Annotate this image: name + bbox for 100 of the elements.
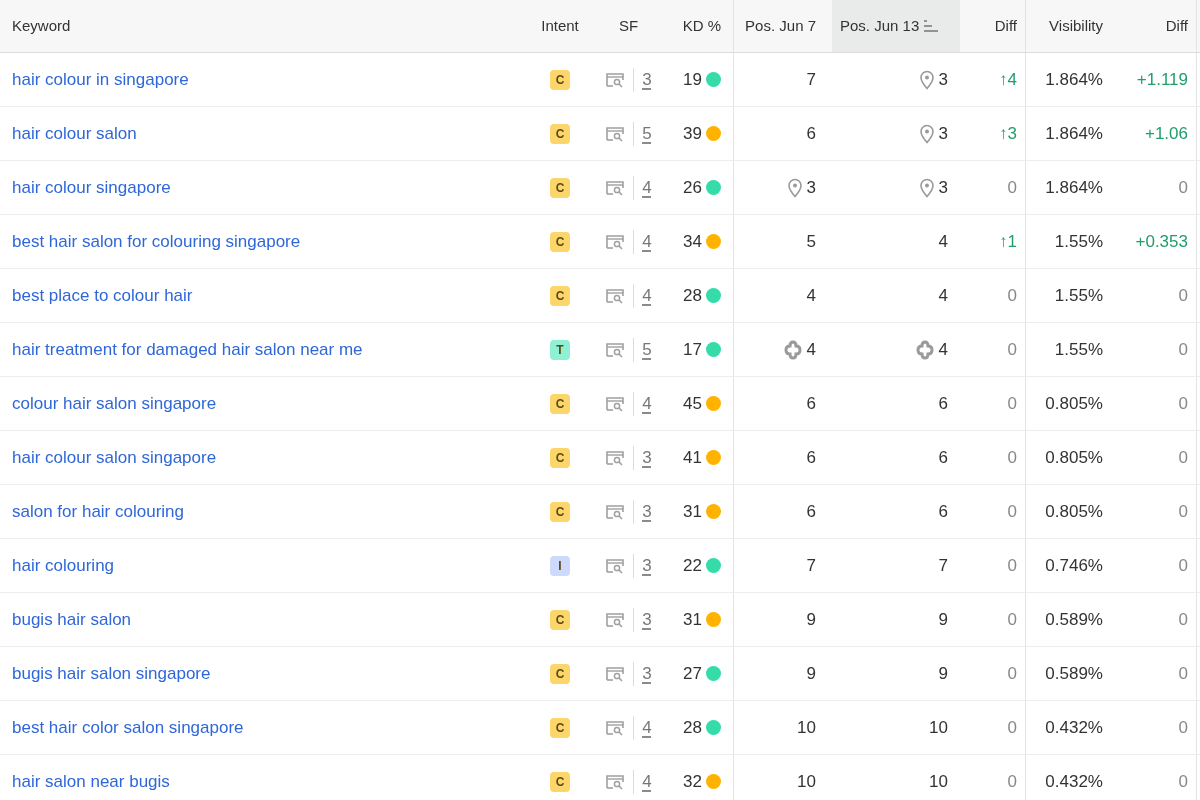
- kd-value: 19: [683, 68, 702, 91]
- serp-features-count[interactable]: 4: [642, 714, 652, 741]
- keyword-link[interactable]: salon for hair colouring: [12, 498, 184, 525]
- keyword-link[interactable]: hair colour in singapore: [12, 66, 189, 93]
- intent-badge: C: [550, 393, 570, 414]
- keyword-link[interactable]: hair colouring: [12, 552, 115, 579]
- serp-icon[interactable]: [605, 611, 626, 628]
- kd-value: 31: [683, 608, 702, 631]
- keyword-link[interactable]: bugis hair salon singapore: [12, 660, 211, 687]
- position-change: 0: [1007, 500, 1017, 523]
- serp-icon[interactable]: [605, 179, 626, 196]
- keyword-link[interactable]: hair treatment for damaged hair salon near me: [12, 336, 363, 363]
- serp-icon[interactable]: [605, 665, 626, 682]
- serp-features-count[interactable]: 5: [642, 336, 652, 363]
- serp-icon[interactable]: [605, 449, 626, 466]
- position-value: 10: [929, 716, 948, 739]
- visibility-change: +0.353: [1135, 230, 1188, 253]
- visibility-value: 0.805%: [1045, 392, 1103, 415]
- keyword-link[interactable]: best place to colour hair: [12, 282, 193, 309]
- position-change: 0: [1007, 662, 1017, 685]
- serp-icon[interactable]: [605, 125, 626, 142]
- visibility-value: 1.55%: [1054, 230, 1103, 253]
- serp-icon[interactable]: [605, 719, 626, 736]
- kd-value: 31: [683, 500, 702, 523]
- intent-badge: I: [550, 555, 570, 576]
- intent-badge: C: [550, 771, 570, 792]
- visibility-change: 0: [1178, 284, 1188, 307]
- column-label: Diff: [994, 15, 1017, 36]
- serp-features-count[interactable]: 3: [642, 552, 652, 579]
- column-header[interactable]: Diff: [1115, 0, 1196, 52]
- position-value: 4: [806, 338, 816, 361]
- serp-features-count[interactable]: 3: [642, 660, 652, 687]
- keyword-link[interactable]: colour hair salon singapore: [12, 390, 217, 417]
- position-value: 9: [938, 662, 948, 685]
- intent-badge: C: [550, 285, 570, 306]
- position-value: 7: [806, 68, 816, 91]
- kd-value: 32: [683, 770, 702, 793]
- intent-badge: C: [550, 609, 570, 630]
- serp-features-count[interactable]: 4: [642, 228, 652, 255]
- column-header[interactable]: Pos. Jun 13: [832, 0, 960, 52]
- visibility-change: 0: [1178, 176, 1188, 199]
- keyword-link[interactable]: hair colour singapore: [12, 174, 171, 201]
- intent-badge: C: [550, 177, 570, 198]
- position-change: ↑1: [999, 230, 1017, 253]
- serp-icon[interactable]: [605, 71, 626, 88]
- visibility-change: 0: [1178, 770, 1188, 793]
- kd-value: 41: [683, 446, 702, 469]
- position-value: 7: [938, 554, 948, 577]
- column-header[interactable]: SF: [595, 0, 662, 52]
- kd-value: 28: [683, 716, 702, 739]
- serp-icon[interactable]: [605, 557, 626, 574]
- visibility-value: 1.864%: [1045, 122, 1103, 145]
- serp-features-count[interactable]: 3: [642, 606, 652, 633]
- column-header[interactable]: KD %: [662, 0, 733, 52]
- clover-icon: [782, 339, 803, 360]
- column-header[interactable]: Intent: [525, 0, 595, 52]
- position-change: 0: [1007, 770, 1017, 793]
- serp-features-count[interactable]: 4: [642, 390, 652, 417]
- keyword-link[interactable]: best hair color salon singapore: [12, 714, 244, 741]
- sort-icon: [923, 20, 940, 32]
- position-value: 10: [797, 770, 816, 793]
- serp-features-count[interactable]: 4: [642, 768, 652, 795]
- intent-badge: C: [550, 663, 570, 684]
- serp-features-count[interactable]: 5: [642, 120, 652, 147]
- intent-badge: C: [550, 231, 570, 252]
- position-change: 0: [1007, 716, 1017, 739]
- position-value: 10: [797, 716, 816, 739]
- serp-features-count[interactable]: 3: [642, 498, 652, 525]
- pin-icon: [786, 177, 803, 198]
- visibility-value: 0.805%: [1045, 446, 1103, 469]
- keyword-link[interactable]: bugis hair salon: [12, 606, 132, 633]
- position-change: 0: [1007, 608, 1017, 631]
- keyword-link[interactable]: hair colour salon singapore: [12, 444, 217, 471]
- visibility-value: 1.864%: [1045, 176, 1103, 199]
- kd-value: 28: [683, 284, 702, 307]
- position-change: ↑4: [999, 68, 1017, 91]
- serp-icon[interactable]: [605, 503, 626, 520]
- position-value: 7: [806, 554, 816, 577]
- serp-icon[interactable]: [605, 773, 626, 790]
- serp-icon[interactable]: [605, 287, 626, 304]
- position-value: 9: [806, 608, 816, 631]
- column-header[interactable]: Keyword: [0, 0, 525, 52]
- serp-features-count[interactable]: 3: [642, 444, 652, 471]
- keyword-link[interactable]: hair salon near bugis: [12, 768, 170, 795]
- serp-icon[interactable]: [605, 233, 626, 250]
- column-header[interactable]: Visibility: [1025, 0, 1115, 52]
- position-change: 0: [1007, 176, 1017, 199]
- serp-features-count[interactable]: 4: [642, 282, 652, 309]
- column-header[interactable]: Diff: [960, 0, 1025, 52]
- intent-badge: C: [550, 69, 570, 90]
- serp-features-count[interactable]: 4: [642, 174, 652, 201]
- keyword-link[interactable]: best hair salon for colouring singapore: [12, 228, 301, 255]
- serp-features-count[interactable]: 3: [642, 66, 652, 93]
- position-change: 0: [1007, 338, 1017, 361]
- visibility-change: 0: [1178, 662, 1188, 685]
- position-value: 6: [806, 392, 816, 415]
- visibility-change: 0: [1178, 338, 1188, 361]
- keyword-link[interactable]: hair colour salon: [12, 120, 137, 147]
- serp-icon[interactable]: [605, 395, 626, 412]
- serp-icon[interactable]: [605, 341, 626, 358]
